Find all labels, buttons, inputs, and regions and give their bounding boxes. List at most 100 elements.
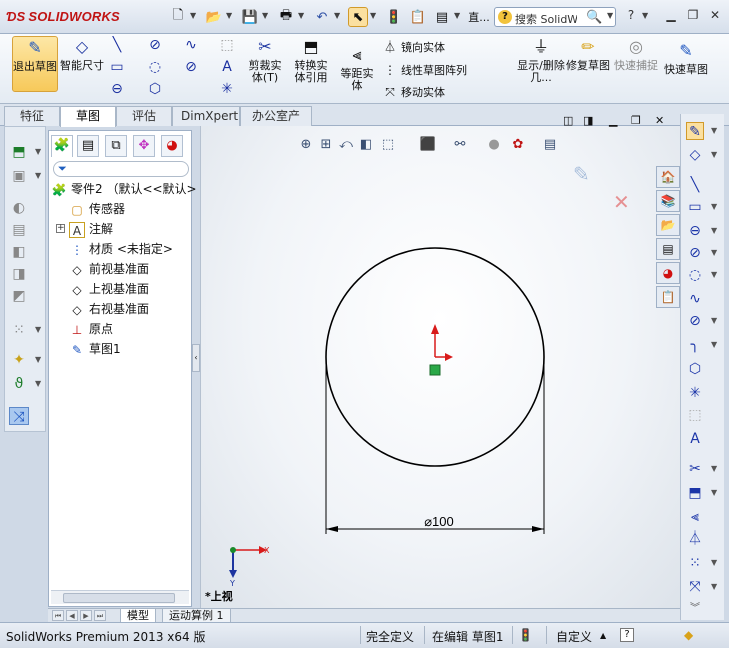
prev-tab-icon[interactable]: ◀ [66, 610, 78, 621]
left-dropdown-arrow-4[interactable]: ▼ [35, 355, 41, 364]
right-dropdown-arrow-10[interactable]: ▼ [711, 488, 717, 497]
left-dropdown-arrow-2[interactable]: ▼ [35, 171, 41, 180]
tab-evaluate[interactable]: 评估 [116, 106, 172, 126]
tree-item-sketch1[interactable]: ✎ 草图1 [69, 339, 121, 359]
title-ellipsis[interactable]: 直... [466, 7, 492, 27]
tree-item-sensors[interactable]: ▢ 传感器 [69, 199, 125, 219]
select-icon[interactable]: ⬉ [348, 7, 368, 27]
right-dropdown-arrow-8[interactable]: ▼ [711, 340, 717, 349]
property-manager-tab-icon[interactable]: ▤ [77, 135, 99, 157]
smart-dimension-icon-right[interactable]: ◇ [686, 146, 704, 164]
graphics-area[interactable]: ◫ ◨ ▁ ❐ ✕ ⊕ ⊞ ⤺ ◧ ⬚ ⬛ ⚯ ● ✿ ▤ ✎ ✕ ⌀100 X… [200, 114, 681, 608]
search-box[interactable]: ? 搜索 SolidWorks 🔍 [494, 7, 616, 27]
move-entities-item[interactable]: ⤧ 移动实体 [382, 84, 445, 100]
first-tab-icon[interactable]: ⏮ [52, 610, 64, 621]
spline-icon-right[interactable]: ∿ [686, 290, 704, 308]
file-properties-icon[interactable]: 📋 [408, 7, 428, 27]
sketch-fillet-icon[interactable]: ⬚ [218, 36, 236, 54]
panel-collapse-handle[interactable]: ‹ [192, 344, 200, 372]
move-icon-right[interactable]: ⤧ [686, 578, 704, 596]
construction-geometry-icon[interactable]: ⬚ [686, 406, 704, 424]
restore-button[interactable]: ❐ [684, 8, 702, 24]
configuration-manager-tab-icon[interactable]: ⧉ [105, 135, 127, 157]
display-manager-tab-icon[interactable]: ◕ [161, 135, 183, 157]
rectangle-icon-right[interactable]: ▭ [686, 198, 704, 216]
close-button[interactable]: ✕ [706, 8, 724, 24]
last-tab-icon[interactable]: ⏭ [94, 610, 106, 621]
tab-sketch[interactable]: 草图 [60, 106, 116, 127]
circle-icon-right[interactable]: ⊘ [686, 244, 704, 262]
tree-filter[interactable]: ⏷ [53, 161, 189, 177]
feature-tool-icon-5[interactable]: ◧ [9, 243, 29, 261]
units-dropdown-arrow[interactable]: ▲ [600, 631, 606, 640]
right-dropdown-arrow-6[interactable]: ▼ [711, 270, 717, 279]
right-dropdown-arrow-1[interactable]: ▼ [711, 126, 717, 135]
annotations-expander[interactable]: + [56, 224, 65, 233]
open-file-icon[interactable]: 📂 [204, 7, 224, 27]
fillet-icon-right[interactable]: ╮ [686, 336, 704, 354]
feature-tool-icon-1[interactable]: ⬒ [9, 143, 29, 161]
text-icon-right[interactable]: A [686, 430, 704, 448]
slot-icon-right[interactable]: ⊖ [686, 222, 704, 240]
spline-icon[interactable]: ∿ [182, 36, 200, 54]
minimize-button[interactable]: ▁ [662, 8, 680, 24]
linear-pattern-icon-right[interactable]: ⁙ [686, 554, 704, 572]
right-dropdown-arrow-4[interactable]: ▼ [711, 226, 717, 235]
right-dropdown-arrow-5[interactable]: ▼ [711, 248, 717, 257]
tree-item-top-plane[interactable]: ◇ 上视基准面 [69, 279, 149, 299]
undo-icon[interactable]: ↶ [312, 7, 332, 27]
feature-tool-icon-3[interactable]: ◐ [9, 199, 29, 217]
polygon-icon-right[interactable]: ⬡ [686, 360, 704, 378]
toolbar-overflow-icon[interactable]: ︾ [686, 600, 704, 618]
right-dropdown-arrow-11[interactable]: ▼ [711, 558, 717, 567]
trim-button[interactable]: ✂ 剪裁实体(T) [244, 36, 286, 92]
left-dropdown-arrow-3[interactable]: ▼ [35, 325, 41, 334]
search-input[interactable]: 搜索 SolidWorks [515, 11, 577, 27]
print-icon[interactable]: 🖶 [276, 7, 296, 27]
tree-root-part[interactable]: 🧩 零件2 （默认<<默认> [51, 179, 197, 199]
new-file-icon[interactable]: 🗋 [168, 7, 188, 27]
file-explorer-icon[interactable]: 📂 [656, 214, 680, 236]
arc-icon-right[interactable]: ◌ [686, 266, 704, 284]
repair-sketch-button[interactable]: ✏ 修复草图 [566, 36, 610, 92]
solidworks-logo[interactable]: ƊS SOLIDWORKS [6, 9, 120, 24]
tab-office-products[interactable]: 办公室产品 [240, 106, 312, 141]
polygon-icon[interactable]: ⬡ [146, 80, 164, 98]
feature-tree-tab-icon[interactable]: 🧩 [51, 135, 73, 157]
right-dropdown-arrow-3[interactable]: ▼ [711, 202, 717, 211]
print-dropdown-arrow[interactable]: ▼ [298, 11, 304, 20]
linear-pattern-item[interactable]: ⋮ 线性草图阵列 [382, 62, 467, 78]
tab-features[interactable]: 特征 [4, 106, 60, 126]
help-dropdown-arrow[interactable]: ▼ [642, 11, 648, 20]
tab-motion-study[interactable]: 运动算例 1 [162, 609, 231, 623]
convert-entities-button[interactable]: ⬒ 转换实体引用 [290, 36, 332, 92]
view-palette-icon[interactable]: ▤ [656, 238, 680, 260]
convert-entities-icon-right[interactable]: ⬒ [686, 484, 704, 502]
tree-item-front-plane[interactable]: ◇ 前视基准面 [69, 259, 149, 279]
left-dropdown-arrow-5[interactable]: ▼ [35, 379, 41, 388]
mirror-entities-item[interactable]: ⏃ 镜向实体 [382, 38, 445, 55]
custom-properties-icon[interactable]: 📋 [656, 286, 680, 308]
notification-icon[interactable]: ◆ [684, 628, 693, 642]
next-tab-icon[interactable]: ▶ [80, 610, 92, 621]
select-dropdown-arrow[interactable]: ▼ [370, 11, 376, 20]
right-dropdown-arrow-9[interactable]: ▼ [711, 464, 717, 473]
tab-model[interactable]: 模型 [120, 609, 156, 623]
mirror-icon-right[interactable]: ⏃ [686, 530, 704, 548]
solidworks-resources-icon[interactable]: 🏠 [656, 166, 680, 188]
rebuild-status-icon[interactable]: 🚦 [518, 628, 533, 642]
sketch-canvas[interactable]: ⌀100 X Y *上视 [201, 126, 681, 608]
trim-icon-right[interactable]: ✂ [686, 460, 704, 478]
save-dropdown-arrow[interactable]: ▼ [262, 11, 268, 20]
new-dropdown-arrow[interactable]: ▼ [190, 11, 196, 20]
tree-item-material[interactable]: ⋮ 材质 <未指定> [69, 239, 173, 259]
right-dropdown-arrow-7[interactable]: ▼ [711, 316, 717, 325]
circle-icon[interactable]: ⊘ [146, 36, 164, 54]
help-status-icon[interactable]: ? [620, 628, 634, 642]
exit-sketch-button[interactable]: ✎ 退出草图 [12, 36, 58, 92]
offset-entities-button[interactable]: ⫷ 等距实体 [336, 44, 378, 92]
search-dropdown-arrow[interactable]: ▼ [607, 11, 613, 20]
text-icon[interactable]: A [218, 58, 236, 76]
options-icon[interactable]: ▤ [432, 7, 452, 27]
rebuild-icon[interactable]: 🚦 [384, 7, 404, 27]
